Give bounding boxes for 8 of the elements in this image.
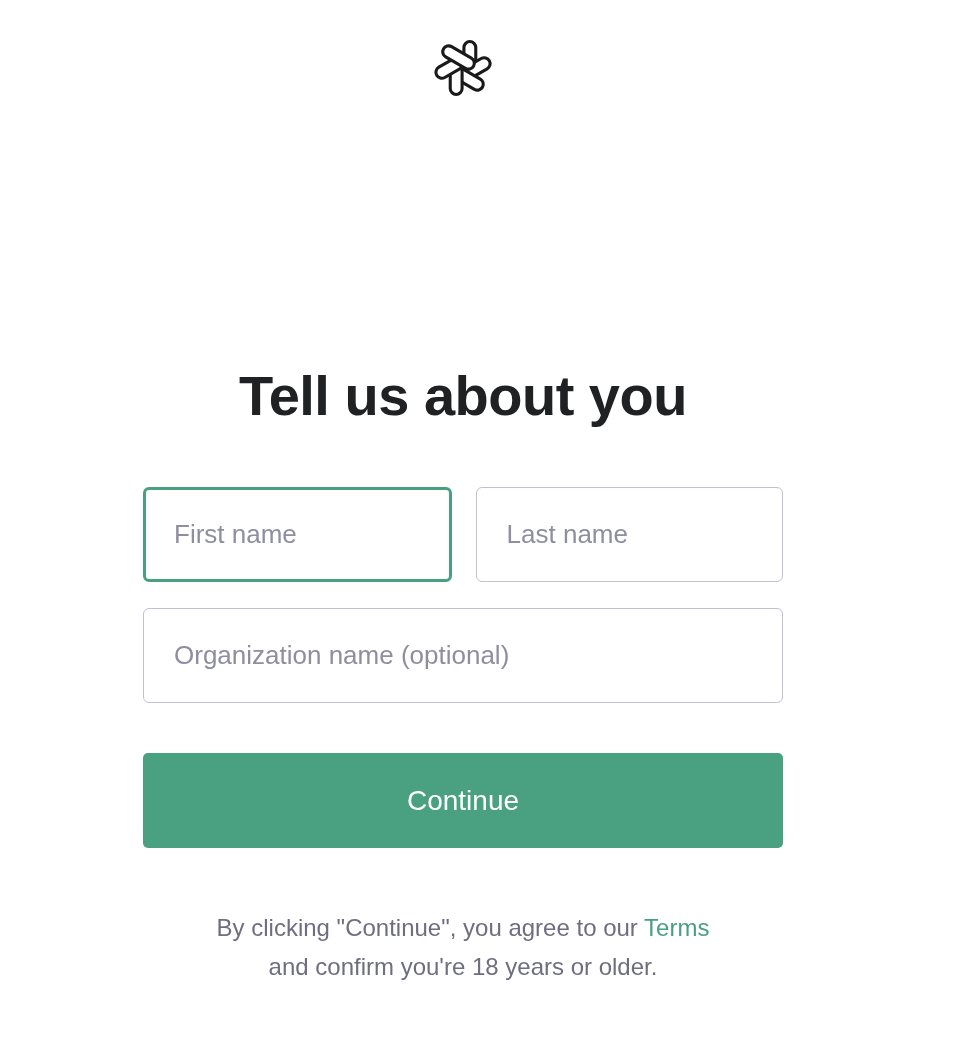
knot-logo-icon [432,37,494,99]
organization-field[interactable]: Organization name (optional) [143,608,783,704]
first-name-field[interactable]: First name [143,487,452,583]
page-heading: Tell us about you [239,363,687,429]
continue-button[interactable]: Continue [143,753,783,849]
terms-link[interactable]: Terms [644,914,710,942]
agreement-text: By clicking "Continue", you agree to our Terms and confirm you're 18 years or older. [215,913,711,983]
last-name-field[interactable]: Last name [475,487,783,583]
